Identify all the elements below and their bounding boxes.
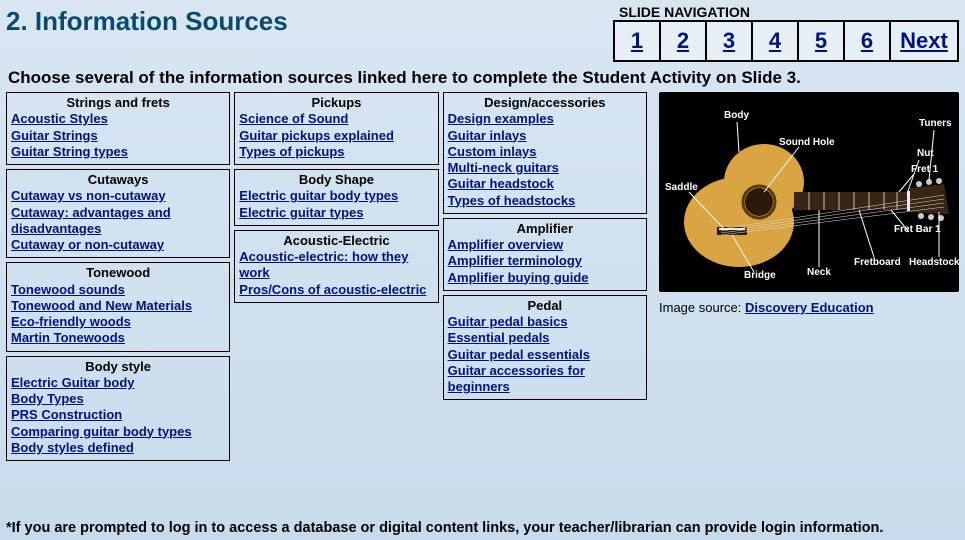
source-link[interactable]: Science of Sound — [239, 111, 433, 127]
guitar-label: Headstock — [909, 257, 959, 268]
page-title: 2. Information Sources — [6, 4, 288, 37]
guitar-label: Fret Bar 1 — [894, 224, 941, 235]
source-link[interactable]: Tonewood sounds — [11, 282, 225, 298]
guitar-label: Nut — [917, 148, 934, 159]
source-link[interactable]: Comparing guitar body types — [11, 424, 225, 440]
info-box: Design/accessoriesDesign examplesGuitar … — [443, 92, 647, 214]
nav-slide-1[interactable]: 1 — [613, 20, 661, 62]
nav-slide-6[interactable]: 6 — [843, 20, 891, 62]
source-link[interactable]: Guitar accessories for beginners — [448, 363, 642, 396]
source-link[interactable]: Guitar Strings — [11, 128, 225, 144]
instruction-text: Choose several of the information source… — [0, 62, 965, 92]
info-box: TonewoodTonewood soundsTonewood and New … — [6, 262, 230, 351]
info-box: AmplifierAmplifier overviewAmplifier ter… — [443, 218, 647, 291]
info-box: Strings and fretsAcoustic StylesGuitar S… — [6, 92, 230, 165]
slide-navigation: SLIDE NAVIGATION 123456Next — [613, 4, 959, 62]
source-link[interactable]: Amplifier overview — [448, 237, 642, 253]
nav-label: SLIDE NAVIGATION — [613, 4, 959, 20]
source-link[interactable]: Amplifier buying guide — [448, 270, 642, 286]
guitar-label: Body — [724, 110, 749, 121]
nav-slide-4[interactable]: 4 — [751, 20, 799, 62]
footnote: *If you are prompted to log in to access… — [6, 520, 959, 536]
nav-slide-5[interactable]: 5 — [797, 20, 845, 62]
image-caption: Image source: Discovery Education — [659, 300, 959, 315]
nav-slide-2[interactable]: 2 — [659, 20, 707, 62]
info-box: CutawaysCutaway vs non-cutawayCutaway: a… — [6, 169, 230, 258]
nav-slide-3[interactable]: 3 — [705, 20, 753, 62]
source-link[interactable]: Cutaway vs non-cutaway — [11, 188, 225, 204]
image-source-link[interactable]: Discovery Education — [745, 300, 874, 315]
source-link[interactable]: Types of headstocks — [448, 193, 642, 209]
guitar-label: Sound Hole — [779, 137, 835, 148]
source-link[interactable]: Cutaway: advantages and disadvantages — [11, 205, 225, 238]
source-link[interactable]: Design examples — [448, 111, 642, 127]
source-link[interactable]: Types of pickups — [239, 144, 433, 160]
info-box-title: Body style — [11, 359, 225, 375]
info-box-title: Strings and frets — [11, 95, 225, 111]
info-box-title: Body Shape — [239, 172, 433, 188]
source-link[interactable]: Guitar pickups explained — [239, 128, 433, 144]
source-link[interactable]: Pros/Cons of acoustic-electric — [239, 282, 433, 298]
info-box-title: Cutaways — [11, 172, 225, 188]
source-link[interactable]: Acoustic Styles — [11, 111, 225, 127]
source-link[interactable]: Amplifier terminology — [448, 253, 642, 269]
source-link[interactable]: Guitar headstock — [448, 176, 642, 192]
info-box: Body ShapeElectric guitar body typesElec… — [234, 169, 438, 226]
guitar-label: Saddle — [665, 182, 698, 193]
source-link[interactable]: Guitar inlays — [448, 128, 642, 144]
info-box: Body styleElectric Guitar bodyBody Types… — [6, 356, 230, 462]
info-box-title: Pedal — [448, 298, 642, 314]
source-link[interactable]: PRS Construction — [11, 407, 225, 423]
source-link[interactable]: Essential pedals — [448, 330, 642, 346]
guitar-label: Tuners — [919, 118, 952, 129]
info-box-title: Design/accessories — [448, 95, 642, 111]
source-link[interactable]: Electric guitar types — [239, 205, 433, 221]
source-link[interactable]: Guitar String types — [11, 144, 225, 160]
source-link[interactable]: Cutaway or non-cutaway — [11, 237, 225, 253]
source-link[interactable]: Multi-neck guitars — [448, 160, 642, 176]
info-box: PickupsScience of SoundGuitar pickups ex… — [234, 92, 438, 165]
guitar-label: Fret 1 — [911, 164, 938, 175]
source-link[interactable]: Custom inlays — [448, 144, 642, 160]
source-link[interactable]: Body styles defined — [11, 440, 225, 456]
nav-next[interactable]: Next — [889, 20, 959, 62]
guitar-diagram-image: Body Sound Hole Tuners Nut Fret 1 Saddle… — [659, 92, 959, 292]
guitar-label: Fretboard — [854, 257, 901, 268]
info-box-title: Tonewood — [11, 265, 225, 281]
source-link[interactable]: Eco-friendly woods — [11, 314, 225, 330]
guitar-label: Bridge — [744, 270, 776, 281]
source-link[interactable]: Tonewood and New Materials — [11, 298, 225, 314]
source-link[interactable]: Body Types — [11, 391, 225, 407]
caption-prefix: Image source: — [659, 300, 745, 315]
guitar-label: Neck — [807, 267, 831, 278]
info-box: PedalGuitar pedal basicsEssential pedals… — [443, 295, 647, 401]
source-link[interactable]: Guitar pedal essentials — [448, 347, 642, 363]
source-link[interactable]: Guitar pedal basics — [448, 314, 642, 330]
info-box-title: Amplifier — [448, 221, 642, 237]
info-box-title: Acoustic-Electric — [239, 233, 433, 249]
source-link[interactable]: Martin Tonewoods — [11, 330, 225, 346]
source-link[interactable]: Electric guitar body types — [239, 188, 433, 204]
source-link[interactable]: Acoustic-electric: how they work — [239, 249, 433, 282]
info-box-title: Pickups — [239, 95, 433, 111]
source-link[interactable]: Electric Guitar body — [11, 375, 225, 391]
info-box: Acoustic-ElectricAcoustic-electric: how … — [234, 230, 438, 303]
